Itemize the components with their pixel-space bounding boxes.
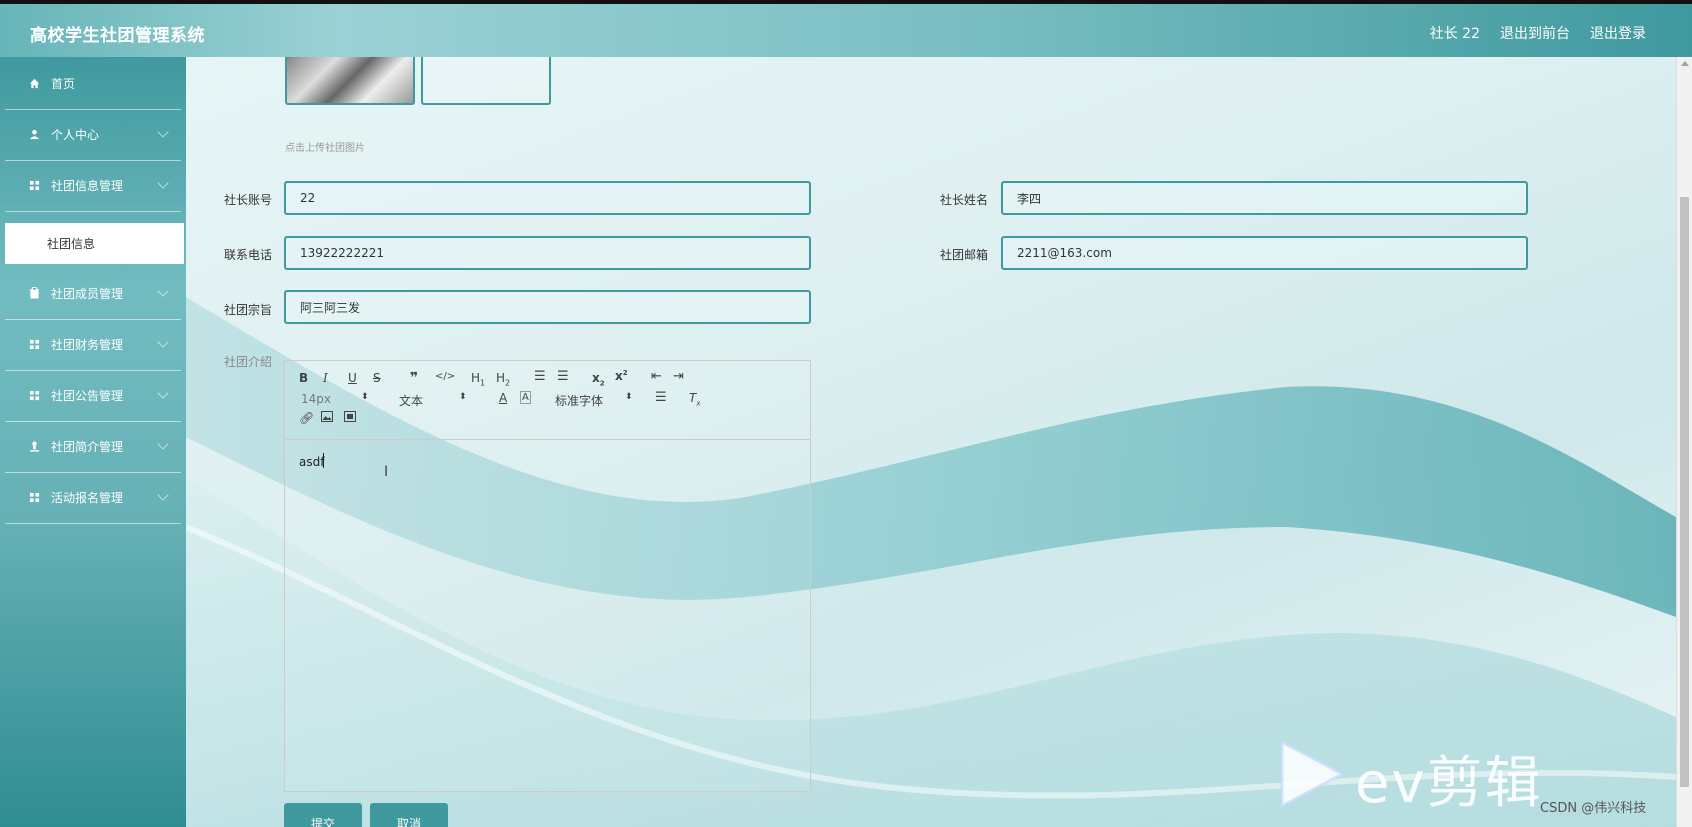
purpose-label: 社团宗旨 xyxy=(224,303,273,317)
app-title: 高校学生社团管理系统 xyxy=(30,26,205,46)
font-color-icon[interactable]: A xyxy=(499,391,507,405)
purpose-input[interactable]: 阿三阿三发 xyxy=(284,290,811,324)
sidebar-item-home[interactable]: 首页 xyxy=(5,57,181,110)
user-icon xyxy=(27,127,41,141)
intro-rich-text-editor[interactable]: B I U S ❞ </> H1 H2 ☰ ☰ x2 x2 ⇤ ⇥ 14px ⬍… xyxy=(284,360,811,792)
sidebar-item-label: 活动报名管理 xyxy=(51,490,124,505)
text-caret xyxy=(323,453,324,468)
phone-input[interactable]: 13922222221 xyxy=(284,236,811,270)
club-image-thumbnail[interactable] xyxy=(285,57,415,105)
intro-label: 社团介绍 xyxy=(224,355,273,369)
bold-icon[interactable]: B xyxy=(299,371,308,385)
outdent-icon[interactable]: ⇤ xyxy=(651,369,662,384)
sidebar-item-label: 社团信息管理 xyxy=(51,178,124,193)
grid-icon xyxy=(27,178,41,192)
heading2-icon[interactable]: H2 xyxy=(496,371,510,387)
chevron-down-icon xyxy=(157,489,169,501)
clear-format-icon[interactable]: Tx xyxy=(689,391,701,407)
sidebar-item-label: 社团简介管理 xyxy=(51,439,124,454)
chevron-down-icon xyxy=(157,126,169,138)
vertical-scrollbar[interactable] xyxy=(1676,57,1692,827)
select-arrows-icon: ⬍ xyxy=(361,392,369,402)
select-arrows-icon: ⬍ xyxy=(459,392,467,402)
blockquote-icon[interactable]: ❞ xyxy=(410,370,418,386)
sidebar-item-label: 社团公告管理 xyxy=(51,388,124,403)
text-type-value: 文本 xyxy=(399,394,424,408)
leader-name-input[interactable]: 李四 xyxy=(1001,181,1528,215)
font-size-select[interactable]: 14px ⬍ xyxy=(301,392,371,406)
exit-to-frontend-link[interactable]: 退出到前台 xyxy=(1500,23,1570,43)
ev-play-logo-icon xyxy=(1280,739,1346,808)
code-block-icon[interactable]: </> xyxy=(435,371,455,382)
grid-icon xyxy=(27,490,41,504)
chevron-down-icon xyxy=(157,177,169,189)
phone-label: 联系电话 xyxy=(224,248,273,262)
image-icon[interactable] xyxy=(321,411,333,425)
heading1-icon[interactable]: H1 xyxy=(471,371,485,387)
sidebar-item-label: 社团财务管理 xyxy=(51,337,124,352)
font-family-select[interactable]: 标准字体 ⬍ xyxy=(555,392,635,409)
grid-icon xyxy=(27,337,41,351)
top-header: 高校学生社团管理系统 社长 22 退出到前台 退出登录 xyxy=(0,4,1692,57)
text-type-select[interactable]: 文本 ⬍ xyxy=(399,392,469,409)
clipboard-icon xyxy=(27,286,41,300)
background-color-icon[interactable]: A xyxy=(520,391,531,404)
chevron-down-icon xyxy=(157,438,169,450)
chevron-down-icon xyxy=(157,387,169,399)
sidebar-item-label: 首页 xyxy=(51,76,76,91)
person-icon xyxy=(27,439,41,453)
leader-account-label: 社长账号 xyxy=(224,193,273,207)
email-label: 社团邮箱 xyxy=(940,248,989,262)
sidebar-item-personal-center[interactable]: 个人中心 xyxy=(5,108,181,161)
home-icon xyxy=(27,76,41,90)
select-arrows-icon: ⬍ xyxy=(625,392,633,402)
submit-button[interactable]: 提交 xyxy=(284,803,362,827)
logout-link[interactable]: 退出登录 xyxy=(1590,23,1646,43)
sidebar-item-registration[interactable]: 活动报名管理 xyxy=(5,471,181,524)
scrollbar-thumb[interactable] xyxy=(1680,197,1689,787)
font-family-value: 标准字体 xyxy=(555,394,604,408)
strikethrough-icon[interactable]: S xyxy=(373,371,381,385)
video-icon[interactable] xyxy=(344,411,356,425)
sidebar-item-announcements[interactable]: 社团公告管理 xyxy=(5,369,181,422)
leader-name-label: 社长姓名 xyxy=(940,193,989,207)
cancel-button[interactable]: 取消 xyxy=(370,803,448,827)
sidebar-item-club-info[interactable]: 社团信息管理 xyxy=(5,159,181,212)
sidebar-item-label: 社团成员管理 xyxy=(51,286,124,301)
watermark-brand: ev剪辑 xyxy=(1355,751,1543,816)
current-user[interactable]: 社长 22 xyxy=(1430,23,1480,43)
sidebar-item-members[interactable]: 社团成员管理 xyxy=(5,267,181,320)
sidebar-subitem-club-info[interactable]: 社团信息 xyxy=(5,223,184,264)
bullet-list-icon[interactable]: ☰ xyxy=(557,369,569,384)
sidebar: 首页 个人中心 社团信息管理 社团信息 社团成员管理 社团财务管理 社团公告管理 xyxy=(0,57,186,827)
email-input[interactable]: 2211@163.com xyxy=(1001,236,1528,270)
chevron-down-icon xyxy=(157,285,169,297)
italic-icon[interactable]: I xyxy=(323,371,328,385)
superscript-icon[interactable]: x2 xyxy=(615,369,628,383)
editor-toolbar: B I U S ❞ </> H1 H2 ☰ ☰ x2 x2 ⇤ ⇥ 14px ⬍… xyxy=(285,361,810,440)
sidebar-item-intro[interactable]: 社团简介管理 xyxy=(5,420,181,473)
club-photo xyxy=(287,57,413,103)
club-image-upload-slot[interactable] xyxy=(421,57,551,105)
indent-icon[interactable]: ⇥ xyxy=(673,369,684,384)
watermark-credit: CSDN @伟兴科技 xyxy=(1540,801,1647,816)
sidebar-item-finance[interactable]: 社团财务管理 xyxy=(5,318,181,371)
subscript-icon[interactable]: x2 xyxy=(592,371,605,387)
header-actions: 社长 22 退出到前台 退出登录 xyxy=(1430,23,1646,43)
upload-hint: 点击上传社团图片 xyxy=(285,143,365,154)
grid-icon xyxy=(27,388,41,402)
align-icon[interactable]: ☰ xyxy=(655,390,667,405)
editor-content[interactable]: asdf xyxy=(299,455,324,469)
scroll-up-arrow-icon[interactable] xyxy=(1681,61,1689,66)
ibeam-cursor-icon: I xyxy=(384,464,389,480)
link-icon[interactable]: 🔗︎ xyxy=(299,411,314,425)
underline-icon[interactable]: U xyxy=(348,371,357,385)
leader-account-input[interactable]: 22 xyxy=(284,181,811,215)
chevron-down-icon xyxy=(157,336,169,348)
ordered-list-icon[interactable]: ☰ xyxy=(534,369,546,384)
sidebar-item-label: 个人中心 xyxy=(51,127,100,142)
font-size-value: 14px xyxy=(301,392,331,406)
